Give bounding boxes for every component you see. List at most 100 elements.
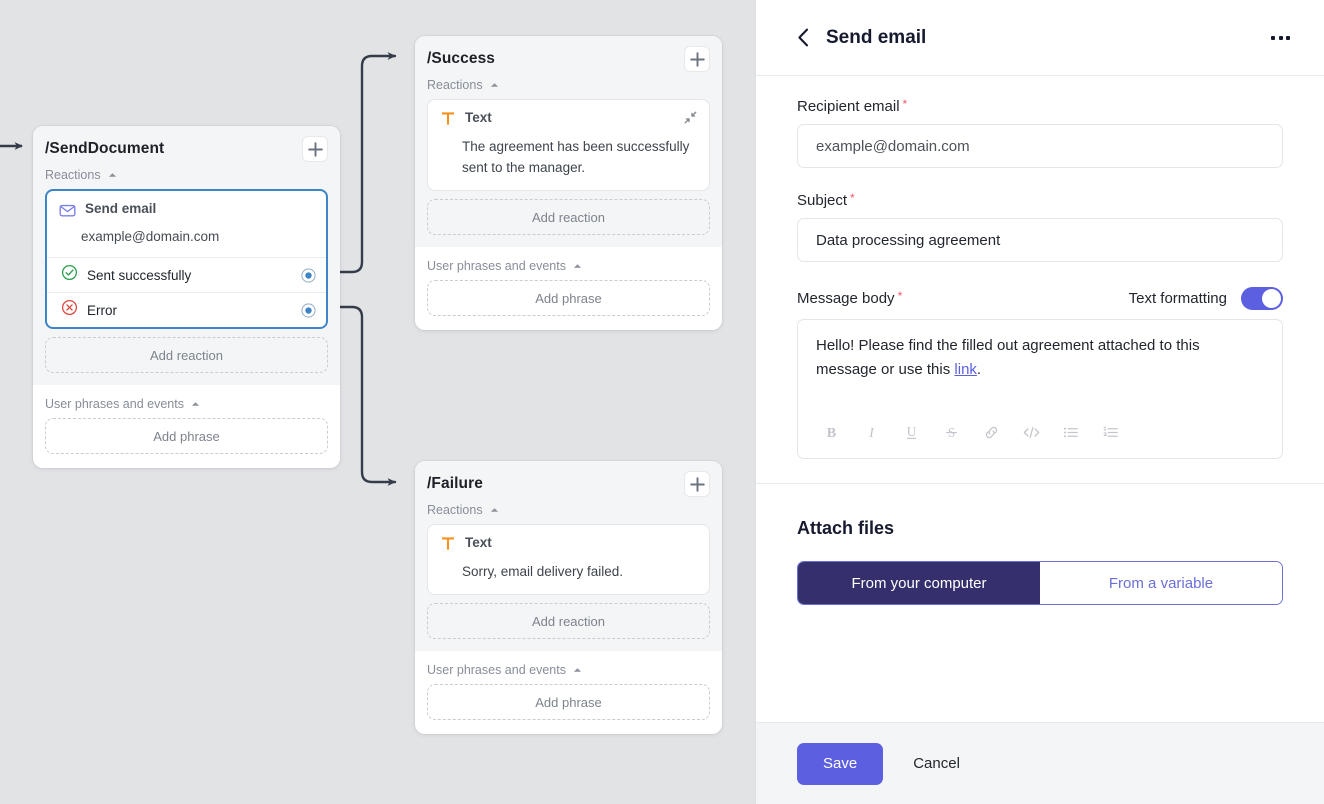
cancel-button[interactable]: Cancel — [903, 755, 970, 772]
node-title: /SendDocument — [45, 140, 165, 157]
user-phrases-toggle[interactable]: User phrases and events — [427, 259, 582, 273]
node-send-document[interactable]: /SendDocument Reactions Send email examp… — [33, 126, 340, 468]
add-reaction-button[interactable]: Add reaction — [427, 199, 710, 235]
outcome-label: Sent successfully — [87, 267, 192, 283]
reaction-card-text[interactable]: Text Sorry, email delivery failed. — [427, 524, 710, 595]
text-formatting-toggle[interactable] — [1241, 287, 1283, 310]
tab-from-a-variable[interactable]: From a variable — [1040, 562, 1282, 604]
reaction-card-text[interactable]: Text The agreement has been successfully… — [427, 99, 710, 191]
svg-text:I: I — [868, 425, 875, 441]
user-phrases-label: User phrases and events — [427, 663, 566, 677]
text-icon — [440, 111, 456, 132]
page-title: Send email — [826, 26, 927, 48]
link-icon[interactable] — [976, 418, 1006, 446]
svg-text:U: U — [906, 424, 916, 439]
reaction-body: Sorry, email delivery failed. — [462, 564, 624, 579]
required-asterisk: * — [850, 191, 855, 205]
reactions-label: Reactions — [427, 503, 483, 517]
attach-files-section: Attach files From your computer From a v… — [756, 484, 1324, 633]
reaction-body: The agreement has been successfully sent… — [462, 139, 690, 175]
reaction-outcome-error[interactable]: Error — [47, 292, 326, 327]
outcome-connector-handle[interactable] — [301, 302, 316, 318]
user-phrases-toggle[interactable]: User phrases and events — [45, 397, 200, 411]
flow-canvas[interactable]: /SendDocument Reactions Send email examp… — [0, 0, 755, 804]
tab-from-your-computer[interactable]: From your computer — [798, 562, 1040, 604]
outcome-connector-handle[interactable] — [301, 267, 316, 283]
code-icon[interactable] — [1016, 418, 1046, 446]
error-circle-icon — [61, 299, 78, 321]
message-body-editor[interactable]: Hello! Please find the filled out agreem… — [797, 319, 1283, 459]
plus-icon — [689, 476, 705, 492]
back-button[interactable] — [797, 28, 810, 47]
numbered-list-icon[interactable] — [1096, 418, 1126, 446]
reaction-name: Send email — [85, 201, 157, 216]
email-form-section: Recipient email * Subject * Message body… — [756, 76, 1324, 484]
reaction-value: example@domain.com — [81, 229, 220, 244]
caret-up-icon — [490, 83, 498, 87]
message-body-text[interactable]: Hello! Please find the filled out agreem… — [816, 334, 1264, 418]
bold-icon[interactable]: B — [816, 418, 846, 446]
envelope-icon — [59, 202, 76, 224]
node-bottom-section: User phrases and events Add phrase — [415, 247, 722, 330]
add-node-item-button[interactable] — [302, 136, 328, 162]
node-header: /Failure — [427, 471, 710, 497]
reactions-toggle[interactable]: Reactions — [45, 168, 117, 182]
reaction-header: Text — [428, 525, 709, 559]
collapse-icon[interactable] — [684, 110, 697, 129]
outcome-label: Error — [87, 302, 117, 318]
required-asterisk: * — [897, 289, 903, 303]
save-button[interactable]: Save — [797, 742, 884, 785]
add-reaction-button[interactable]: Add reaction — [427, 603, 710, 639]
node-header: /Success — [427, 46, 710, 72]
caret-up-icon — [108, 173, 116, 177]
toggle-knob — [1262, 289, 1281, 308]
inline-link[interactable]: link — [954, 361, 977, 378]
add-phrase-button[interactable]: Add phrase — [427, 684, 710, 720]
dot — [1278, 35, 1283, 40]
recipient-email-input[interactable] — [797, 124, 1283, 168]
panel-header: Send email — [756, 0, 1324, 76]
add-phrase-button[interactable]: Add phrase — [45, 418, 328, 454]
required-asterisk: * — [902, 97, 908, 111]
node-title: /Failure — [427, 475, 483, 492]
italic-icon[interactable]: I — [856, 418, 886, 446]
node-top-section: /Success Reactions Text The agreement ha… — [415, 36, 722, 247]
add-node-item-button[interactable] — [684, 471, 710, 497]
reaction-card-send-email[interactable]: Send email example@domain.com Sent succe… — [45, 189, 328, 329]
label-text: Message body — [797, 290, 895, 307]
node-success[interactable]: /Success Reactions Text The agreement ha… — [415, 36, 722, 330]
more-horizontal-icon[interactable] — [1265, 30, 1296, 46]
user-phrases-toggle[interactable]: User phrases and events — [427, 663, 582, 677]
bulleted-list-icon[interactable] — [1056, 418, 1086, 446]
reaction-header: Text — [428, 100, 709, 134]
label-text: Recipient email — [797, 98, 900, 115]
node-failure[interactable]: /Failure Reactions Text Sorry, email del… — [415, 461, 722, 734]
dot — [1286, 35, 1290, 40]
text-formatting-label: Text formatting — [1128, 290, 1227, 307]
strikethrough-icon[interactable]: S — [936, 418, 966, 446]
add-phrase-button[interactable]: Add phrase — [427, 280, 710, 316]
plus-icon — [307, 141, 323, 157]
recipient-email-label: Recipient email * — [797, 97, 1283, 115]
subject-input[interactable] — [797, 218, 1283, 262]
reaction-name: Text — [465, 535, 492, 550]
subject-label: Subject * — [797, 191, 1283, 209]
reaction-outcome-success[interactable]: Sent successfully — [47, 257, 326, 292]
node-bottom-section: User phrases and events Add phrase — [415, 651, 722, 734]
message-body-label: Message body * — [797, 289, 903, 307]
node-top-section: /Failure Reactions Text Sorry, email del… — [415, 461, 722, 651]
attach-source-tabs: From your computer From a variable — [797, 561, 1283, 605]
panel-footer: Save Cancel — [756, 722, 1324, 804]
add-node-item-button[interactable] — [684, 46, 710, 72]
message-text-after-link: . — [976, 361, 982, 378]
send-email-settings-panel: Send email Recipient email * Subject * M… — [755, 0, 1324, 804]
reactions-label: Reactions — [45, 168, 101, 182]
underline-icon[interactable]: U — [896, 418, 926, 446]
chevron-left-icon — [798, 28, 809, 47]
add-reaction-button[interactable]: Add reaction — [45, 337, 328, 373]
reactions-toggle[interactable]: Reactions — [427, 503, 499, 517]
reaction-name: Text — [465, 110, 492, 125]
caret-up-icon — [573, 264, 582, 268]
message-body-label-row: Message body * Text formatting — [797, 287, 1283, 310]
reactions-toggle[interactable]: Reactions — [427, 78, 499, 92]
